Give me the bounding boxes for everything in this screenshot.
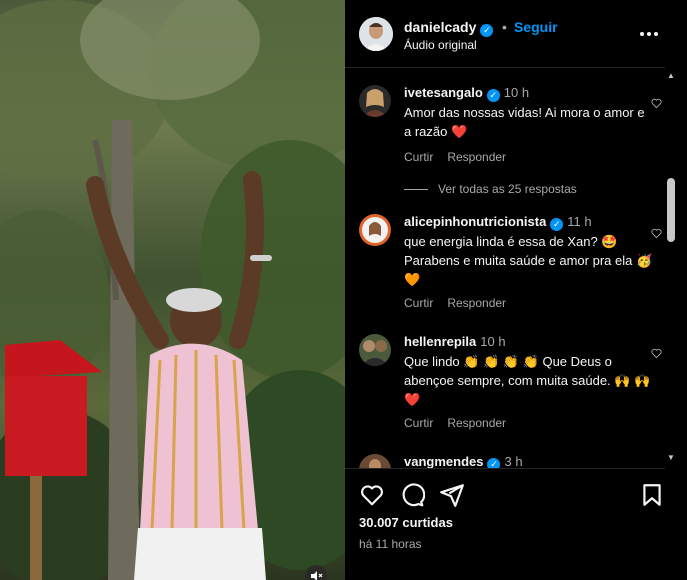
comment-icon[interactable] bbox=[399, 482, 425, 508]
post-header: danielcady ✓ • Seguir Áudio original bbox=[359, 17, 659, 53]
follow-button[interactable]: Seguir bbox=[514, 19, 558, 35]
video-frame bbox=[0, 0, 345, 580]
author-avatar[interactable] bbox=[359, 17, 393, 51]
comment-text: Amor das nossas vidas! Ai mora o amor e … bbox=[404, 105, 645, 139]
save-icon[interactable] bbox=[639, 482, 665, 508]
audio-label[interactable]: Áudio original bbox=[404, 38, 477, 52]
verified-icon: ✓ bbox=[487, 458, 501, 468]
reply-button[interactable]: Responder bbox=[447, 416, 506, 430]
comment-text: que energia linda é essa de Xan? 🤩 Parab… bbox=[404, 234, 653, 287]
scroll-up-icon[interactable]: ▲ bbox=[666, 72, 676, 80]
actions-divider bbox=[345, 468, 665, 469]
commenter-avatar[interactable] bbox=[359, 85, 391, 117]
heart-icon[interactable] bbox=[651, 228, 662, 239]
comment-time[interactable]: 10 h bbox=[504, 85, 529, 100]
commenter-avatar[interactable] bbox=[359, 454, 391, 468]
share-icon[interactable] bbox=[439, 482, 465, 508]
comment-item: ivetesangalo ✓ 10 h Amor das nossas vidas!… bbox=[359, 85, 659, 165]
post-actions bbox=[359, 482, 665, 508]
comment-time[interactable]: 11 h bbox=[567, 214, 591, 229]
mute-icon bbox=[311, 571, 323, 580]
commenter-avatar[interactable] bbox=[359, 214, 391, 246]
author-username[interactable]: danielcady ✓ bbox=[404, 19, 494, 37]
scrollbar-thumb[interactable] bbox=[667, 178, 675, 242]
comment-time[interactable]: 10 h bbox=[480, 334, 505, 349]
post-video[interactable] bbox=[0, 0, 345, 580]
comment-username[interactable]: ivetesangalo bbox=[404, 85, 483, 100]
like-comment-button[interactable]: Curtir bbox=[404, 150, 433, 164]
comment-username[interactable]: hellenrepila bbox=[404, 334, 476, 349]
like-comment-button[interactable]: Curtir bbox=[404, 416, 433, 430]
verified-icon: ✓ bbox=[480, 24, 494, 37]
comment-item: hellenrepila 10 h Que lindo 👏 👏 👏 👏 Que D… bbox=[359, 334, 659, 434]
heart-icon[interactable] bbox=[359, 482, 385, 508]
likes-count[interactable]: 30.007 curtidas bbox=[359, 515, 453, 530]
comment-username[interactable]: vangmendes bbox=[404, 454, 483, 468]
comment-item: vangmendes ✓ 3 h bbox=[359, 454, 659, 468]
verified-icon: ✓ bbox=[550, 218, 564, 231]
scroll-down-icon[interactable]: ▼ bbox=[666, 454, 676, 462]
header-divider bbox=[345, 67, 665, 68]
reply-button[interactable]: Responder bbox=[447, 150, 506, 164]
heart-icon[interactable] bbox=[651, 98, 662, 109]
commenter-avatar[interactable] bbox=[359, 334, 391, 366]
post-timestamp[interactable]: há 11 horas bbox=[359, 537, 422, 551]
comment-item: alicepinhonutricionista ✓ 11 h que energia… bbox=[359, 214, 659, 314]
mute-button[interactable] bbox=[305, 565, 327, 580]
comment-text: Que lindo 👏 👏 👏 👏 Que Deus o abençoe sem… bbox=[404, 354, 651, 407]
view-replies-button[interactable]: Ver todas as 25 respostas bbox=[404, 182, 577, 196]
comment-username[interactable]: alicepinhonutricionista bbox=[404, 214, 546, 229]
like-comment-button[interactable]: Curtir bbox=[404, 296, 433, 310]
separator-dot: • bbox=[502, 19, 507, 35]
reply-button[interactable]: Responder bbox=[447, 296, 506, 310]
verified-icon: ✓ bbox=[486, 89, 500, 102]
more-icon[interactable] bbox=[640, 26, 660, 42]
heart-icon[interactable] bbox=[651, 348, 662, 359]
comment-time[interactable]: 3 h bbox=[504, 454, 522, 468]
scrollbar-track[interactable] bbox=[665, 0, 687, 580]
